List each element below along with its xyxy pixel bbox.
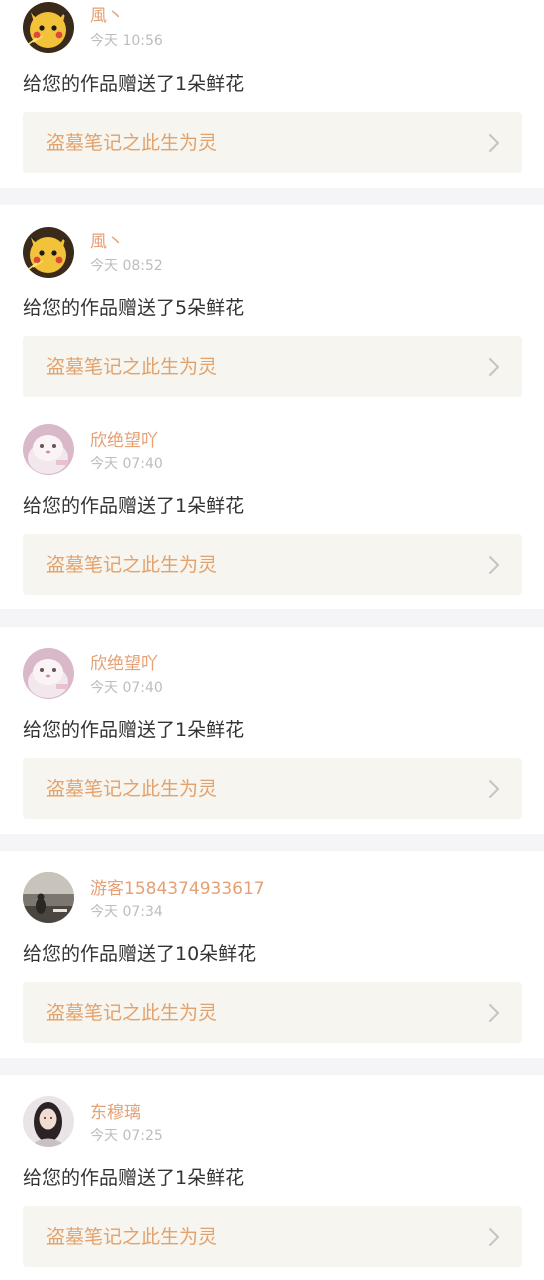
chevron-right-icon [488,779,500,799]
chevron-right-icon [488,1003,500,1023]
username[interactable]: 風丶 [90,6,124,26]
timestamp: 今天 07:40 [90,680,163,696]
chevron-right-icon [488,1227,500,1247]
notification-card: 游客1584374933617 今天 07:34 给您的作品赠送了10朵鲜花 盗… [0,851,544,1058]
work-title: 盗墓笔记之此生为灵 [46,778,218,800]
work-title: 盗墓笔记之此生为灵 [46,1226,218,1248]
timestamp: 今天 07:40 [90,456,163,472]
notification-card: 風丶 今天 10:56 给您的作品赠送了1朵鲜花 盗墓笔记之此生为灵 [0,0,544,188]
avatar[interactable] [23,1096,74,1147]
work-link-button[interactable]: 盗墓笔记之此生为灵 [23,112,522,173]
username[interactable]: 东穆璃 [90,1103,141,1123]
gift-message: 给您的作品赠送了1朵鲜花 [23,495,245,517]
chevron-right-icon [488,133,500,153]
chevron-right-icon [488,357,500,377]
avatar[interactable] [23,2,74,53]
notification-card: 欣绝望吖 今天 07:40 给您的作品赠送了1朵鲜花 盗墓笔记之此生为灵 [0,627,544,834]
pikachu-avatar-icon [23,2,74,53]
gift-message: 给您的作品赠送了10朵鲜花 [23,943,257,965]
cat-avatar-icon [23,424,74,475]
notification-feed: 風丶 今天 10:56 给您的作品赠送了1朵鲜花 盗墓笔记之此生为灵 風丶 今天… [0,0,544,1280]
username[interactable]: 游客1584374933617 [90,879,265,899]
timestamp: 今天 10:56 [90,33,163,49]
cat-avatar-icon [23,648,74,699]
work-title: 盗墓笔记之此生为灵 [46,1002,218,1024]
notification-card: 欣绝望吖 今天 07:40 给您的作品赠送了1朵鲜花 盗墓笔记之此生为灵 [0,407,544,609]
avatar[interactable] [23,872,74,923]
timestamp: 今天 08:52 [90,258,163,274]
gift-message: 给您的作品赠送了1朵鲜花 [23,1167,245,1189]
portrait-avatar-icon [23,1096,74,1147]
gift-message: 给您的作品赠送了5朵鲜花 [23,297,245,319]
username[interactable]: 欣绝望吖 [90,431,158,451]
username[interactable]: 欣绝望吖 [90,654,158,674]
work-link-button[interactable]: 盗墓笔记之此生为灵 [23,982,522,1043]
work-link-button[interactable]: 盗墓笔记之此生为灵 [23,1206,522,1267]
work-link-button[interactable]: 盗墓笔记之此生为灵 [23,534,522,595]
notification-card: 風丶 今天 08:52 给您的作品赠送了5朵鲜花 盗墓笔记之此生为灵 [0,205,544,407]
avatar[interactable] [23,424,74,475]
pikachu-avatar-icon [23,227,74,278]
gift-message: 给您的作品赠送了1朵鲜花 [23,719,245,741]
avatar[interactable] [23,648,74,699]
work-link-button[interactable]: 盗墓笔记之此生为灵 [23,336,522,397]
work-title: 盗墓笔记之此生为灵 [46,132,218,154]
avatar[interactable] [23,227,74,278]
username[interactable]: 風丶 [90,232,124,252]
gift-message: 给您的作品赠送了1朵鲜花 [23,73,245,95]
notification-card: 东穆璃 今天 07:25 给您的作品赠送了1朵鲜花 盗墓笔记之此生为灵 [0,1075,544,1280]
timestamp: 今天 07:25 [90,1128,163,1144]
timestamp: 今天 07:34 [90,904,163,920]
work-link-button[interactable]: 盗墓笔记之此生为灵 [23,758,522,819]
work-title: 盗墓笔记之此生为灵 [46,554,218,576]
work-title: 盗墓笔记之此生为灵 [46,356,218,378]
landscape-avatar-icon [23,872,74,923]
chevron-right-icon [488,555,500,575]
